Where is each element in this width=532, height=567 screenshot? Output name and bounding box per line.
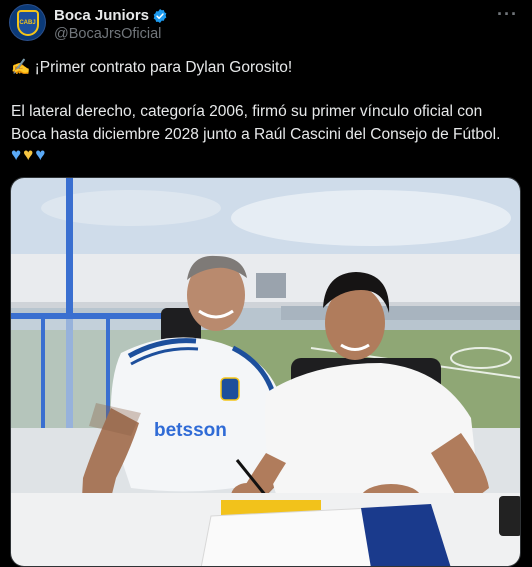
more-options-icon[interactable]: ··· [497,4,518,25]
shirt-sponsor-text: betsson [154,420,227,441]
boca-crest-icon: CABJ [16,9,39,36]
crest-text: CABJ [19,19,36,26]
author-display-name[interactable]: Boca Juniors [54,7,149,24]
tweet-text-line-3: Boca hasta diciembre 2028 junto a Raúl C… [11,126,501,143]
verified-badge-icon [153,8,167,23]
tweet-text-line-1: ✍️ ¡Primer contrato para Dylan Gorosito! [11,59,293,76]
avatar[interactable]: CABJ [9,4,46,41]
heart-emoji-row: ♥ ♥ ♥ [11,145,45,164]
author-name-row: Boca Juniors [54,7,168,24]
contract-signing-photo: betsson [11,178,520,566]
blue-heart-icon: ♥ [35,145,46,164]
tweet-photo[interactable]: betsson [10,177,521,567]
author-handle[interactable]: @BocaJrsOficial [54,26,161,42]
tweet-text-line-2: El lateral derecho, categoría 2006, firm… [11,103,483,120]
yellow-heart-icon: ♥ [23,145,34,164]
blue-heart-icon: ♥ [11,145,22,164]
tweet-card[interactable]: CABJ Boca Juniors @BocaJrsOficial ··· ✍️… [0,0,532,567]
